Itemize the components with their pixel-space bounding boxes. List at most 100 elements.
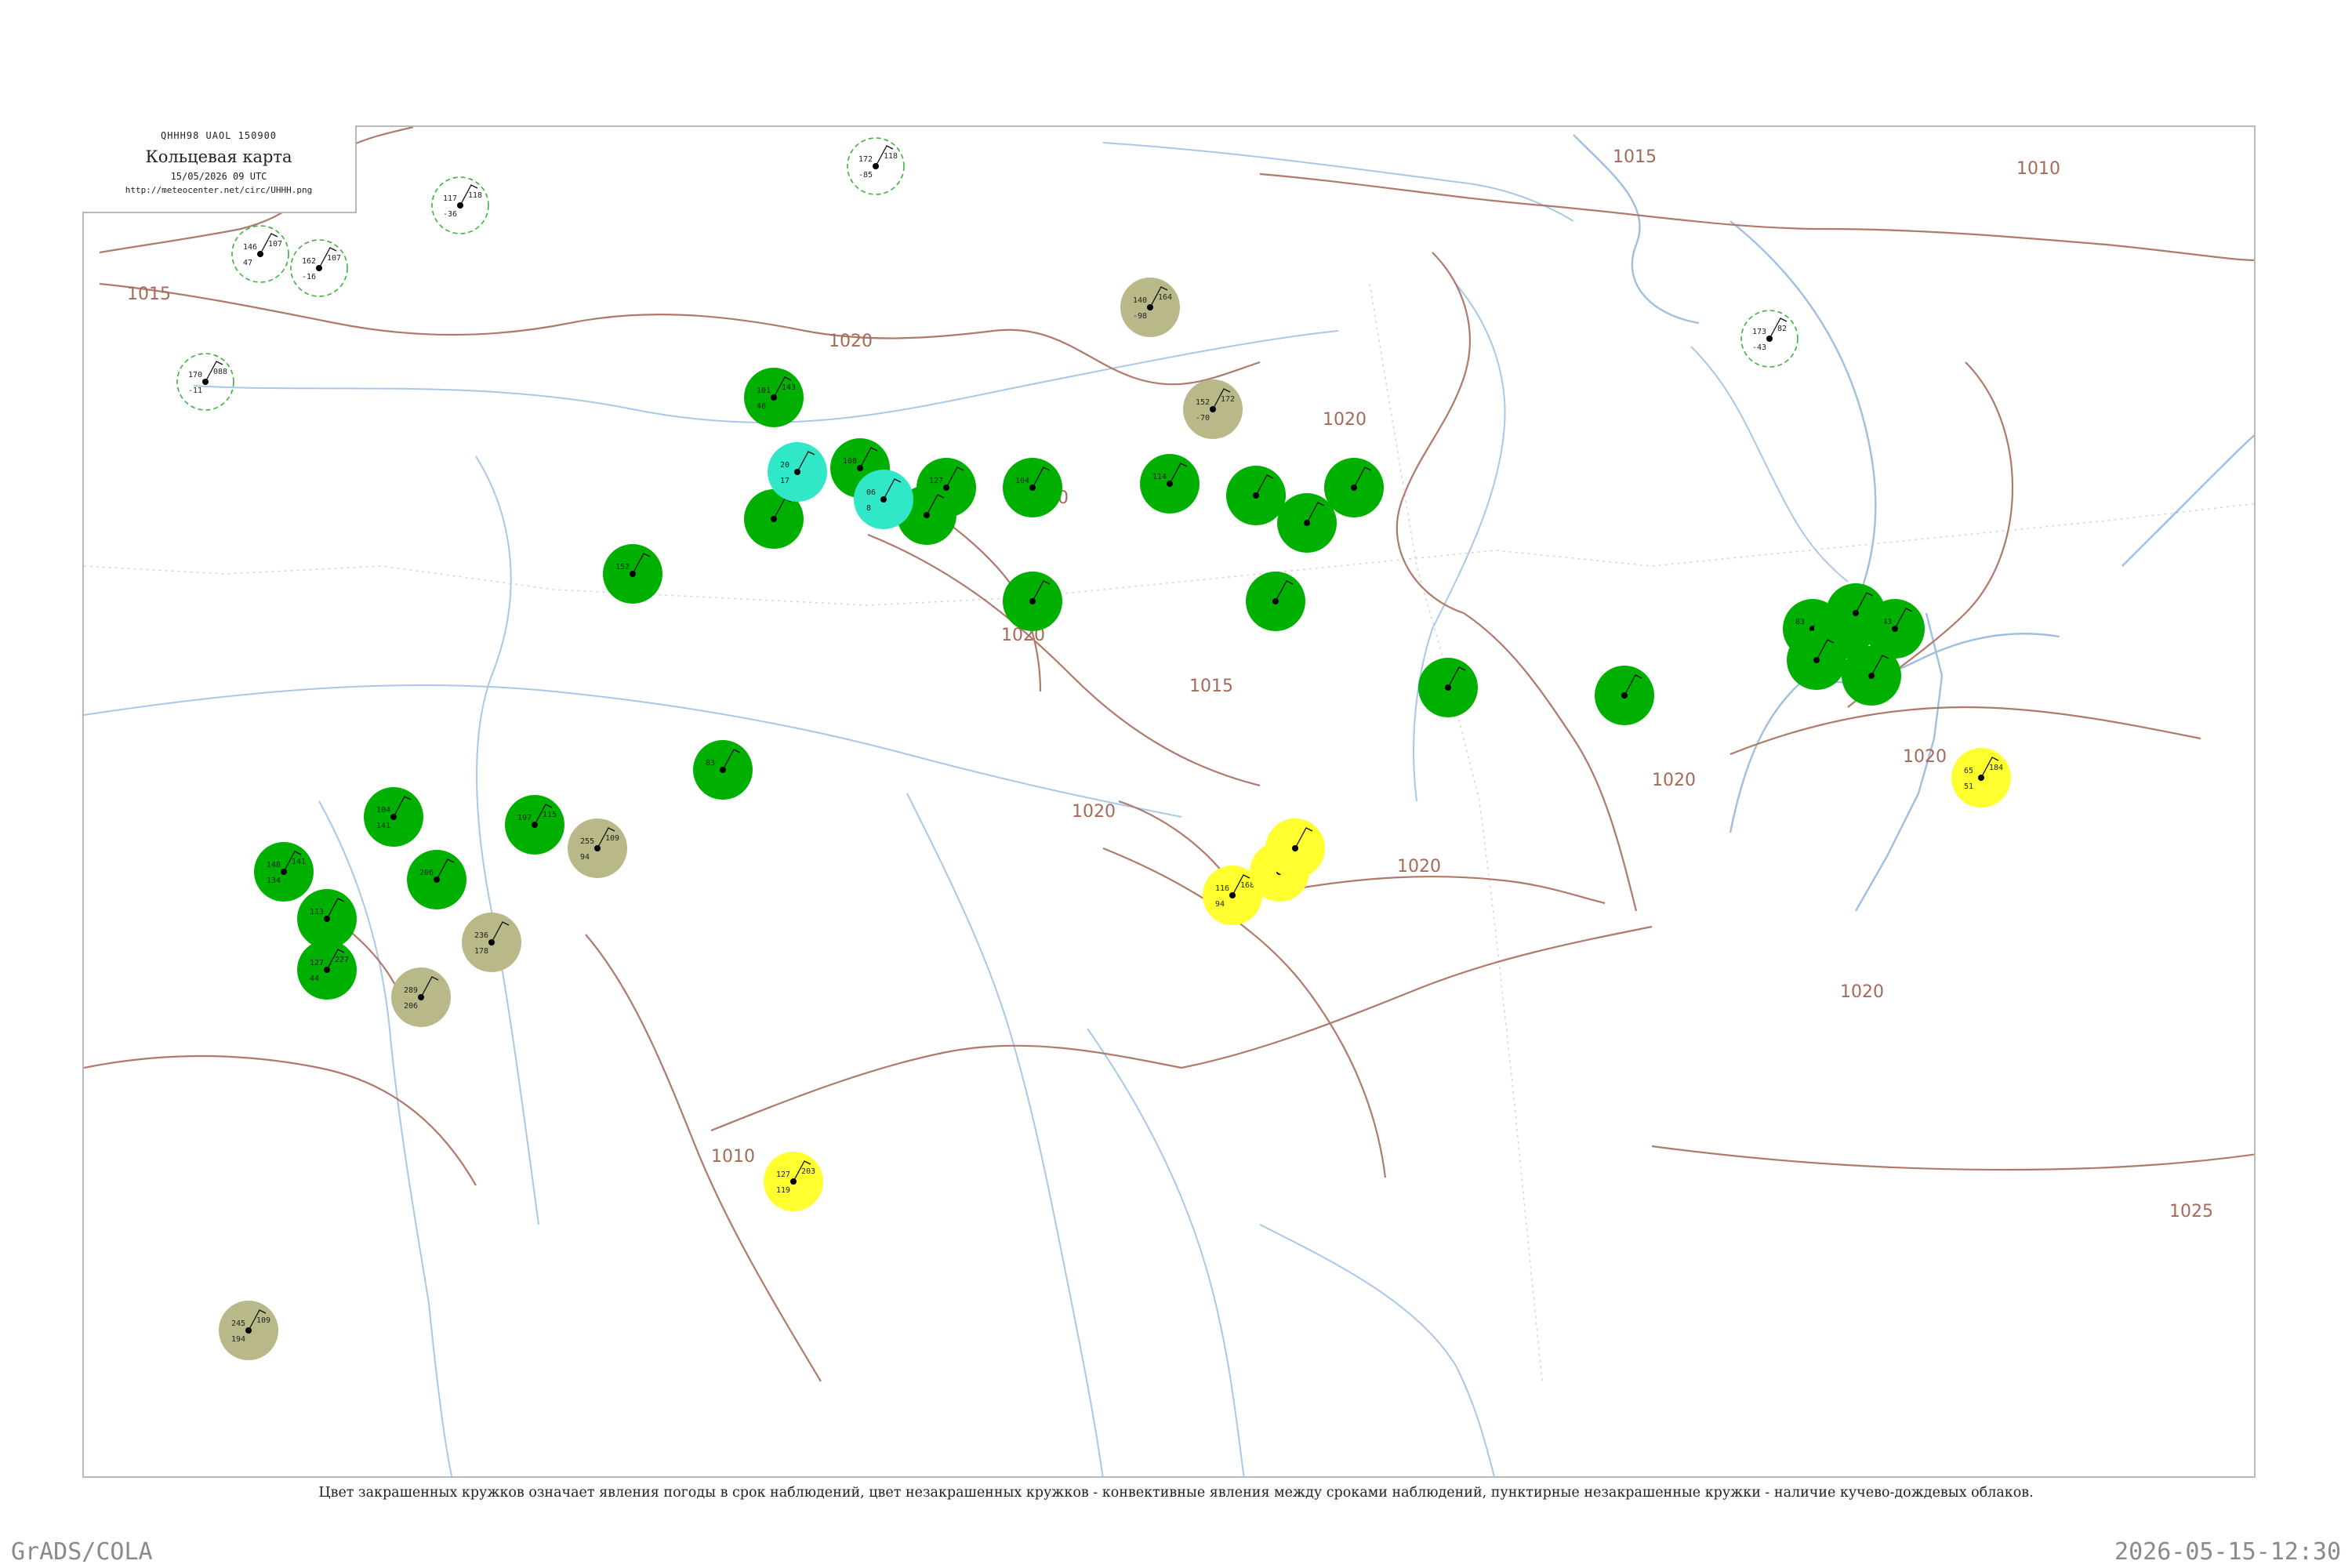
- station-value: -16: [302, 273, 316, 281]
- station-value: 140: [1133, 296, 1147, 305]
- station-marker[interactable]: 146 47 107: [231, 225, 289, 283]
- station-marker[interactable]: 104 141: [364, 787, 423, 847]
- station-value: 94: [1215, 900, 1225, 909]
- isobar-label: 1015: [1189, 677, 1233, 696]
- station-marker[interactable]: [1842, 646, 1901, 706]
- station-value: 164: [1158, 293, 1172, 302]
- isobar-label: 1020: [1652, 771, 1696, 790]
- station-marker[interactable]: 197 115: [505, 795, 564, 855]
- station-marker[interactable]: 236 178: [462, 913, 521, 972]
- map-url[interactable]: http://meteocenter.net/circ/UHHH.png: [82, 185, 355, 195]
- station-value: 141: [376, 822, 390, 830]
- station-marker[interactable]: 152: [603, 544, 662, 604]
- station-marker[interactable]: 127 119 203: [764, 1152, 823, 1211]
- station-value: 289: [404, 986, 418, 995]
- station-value: 227: [335, 956, 349, 964]
- station-value: 088: [213, 368, 227, 376]
- station-marker[interactable]: [1246, 572, 1305, 631]
- map-datetime: 15/05/2026 09 UTC: [170, 171, 267, 182]
- isobar-label: 1020: [1397, 857, 1441, 877]
- station-value: -70: [1196, 414, 1210, 423]
- station-value: 127: [310, 959, 324, 967]
- station-marker[interactable]: 245 194 109: [219, 1301, 278, 1360]
- station-value: 184: [1989, 764, 2003, 772]
- station-marker[interactable]: 289 206: [391, 967, 451, 1027]
- station-value: 40: [757, 402, 766, 411]
- station-marker[interactable]: [1265, 818, 1325, 878]
- station-value: 170: [188, 371, 202, 379]
- station-marker[interactable]: 114: [1140, 454, 1200, 514]
- station-value: 172: [858, 155, 873, 164]
- station-marker[interactable]: 65 51 184: [1951, 748, 2011, 808]
- station-marker[interactable]: 255 94 109: [568, 818, 627, 878]
- station-marker[interactable]: 162 -16 107: [290, 239, 348, 297]
- station-marker[interactable]: 113: [297, 889, 357, 949]
- station-value: 146: [243, 243, 257, 252]
- station-value: 107: [268, 240, 282, 249]
- station-value: 65: [1964, 767, 1973, 775]
- isobar-label: 1020: [829, 332, 873, 351]
- station-marker[interactable]: 152 -70 172: [1183, 379, 1243, 439]
- station-marker[interactable]: 170 -11 088: [176, 353, 234, 411]
- station-marker[interactable]: 206: [407, 850, 466, 909]
- station-value: 06: [866, 488, 876, 497]
- footer-credit: GrADS/COLA: [11, 1538, 153, 1566]
- station-value: 94: [580, 853, 590, 862]
- station-value: 152: [1196, 398, 1210, 407]
- station-value: 8: [866, 504, 871, 513]
- isobar-label: 1020: [1072, 802, 1116, 822]
- station-marker[interactable]: [1003, 572, 1062, 631]
- station-value: 206: [419, 869, 434, 877]
- station-value: 83: [1795, 618, 1805, 626]
- station-value: 20: [780, 461, 789, 470]
- station-value: 115: [543, 811, 557, 819]
- legend-caption: Цвет закрашенных кружков означает явлени…: [318, 1485, 2034, 1501]
- station-value: 107: [327, 254, 341, 263]
- station-value: 116: [1215, 884, 1229, 893]
- station-value: 162: [302, 257, 316, 266]
- station-value: 152: [615, 563, 630, 572]
- station-marker[interactable]: 127 44 227: [297, 940, 357, 1000]
- station-marker[interactable]: 172 -85 118: [847, 137, 905, 195]
- station-layer: 146 47 107 162 -16 107 117 -36 118 170 -11 088 172 -8…: [176, 137, 2011, 1360]
- station-value: 82: [1777, 325, 1787, 333]
- station-marker[interactable]: [1418, 658, 1478, 717]
- station-marker[interactable]: 140 -98 164: [1120, 278, 1180, 337]
- station-marker[interactable]: 06 8: [854, 470, 913, 529]
- station-marker[interactable]: [1787, 630, 1846, 690]
- station-marker[interactable]: [1226, 466, 1286, 525]
- footer-timestamp: 2026-05-15-12:30: [2114, 1538, 2341, 1566]
- station-marker[interactable]: 148 134 141: [254, 842, 314, 902]
- station-value: 101: [757, 387, 771, 395]
- station-marker[interactable]: 83: [693, 740, 753, 800]
- station-marker[interactable]: 173 -43 82: [1740, 310, 1798, 368]
- map-title: Кольцевая карта: [145, 147, 292, 166]
- station-value: -11: [188, 387, 202, 395]
- station-value: 134: [267, 877, 281, 885]
- station-value: 255: [580, 837, 594, 846]
- station-value: 172: [1221, 395, 1235, 404]
- station-marker[interactable]: 101 40 143: [744, 368, 804, 427]
- station-marker[interactable]: 104: [1003, 458, 1062, 517]
- station-value: 127: [929, 477, 943, 485]
- station-value: 127: [776, 1171, 790, 1179]
- station-marker[interactable]: [1595, 666, 1654, 725]
- station-value: 114: [1152, 473, 1167, 481]
- station-marker[interactable]: 2017: [768, 442, 827, 502]
- station-value: 119: [776, 1186, 790, 1195]
- isobar-label: 1015: [1613, 147, 1657, 167]
- synoptic-map[interactable]: 1015 1010 1015 1020 1020 1015 1020 1020 1020 1020…: [82, 125, 2256, 1478]
- station-marker[interactable]: [1277, 493, 1337, 553]
- station-value: 117: [443, 194, 457, 203]
- station-marker[interactable]: 117 -36 118: [431, 176, 489, 234]
- station-value: 245: [231, 1319, 245, 1328]
- station-marker[interactable]: [1324, 458, 1384, 517]
- station-value: 47: [243, 259, 252, 267]
- station-value: 104: [1015, 477, 1029, 485]
- station-value: 118: [468, 191, 482, 200]
- station-value: 148: [267, 861, 281, 869]
- bulletin-codes: QHHH98 UAOL 150900: [160, 130, 278, 141]
- station-value: 173: [1752, 328, 1766, 336]
- station-marker[interactable]: [1826, 583, 1886, 643]
- map-canvas: 1015 1010 1015 1020 1020 1015 1020 1020 1020 1020…: [84, 127, 2254, 1476]
